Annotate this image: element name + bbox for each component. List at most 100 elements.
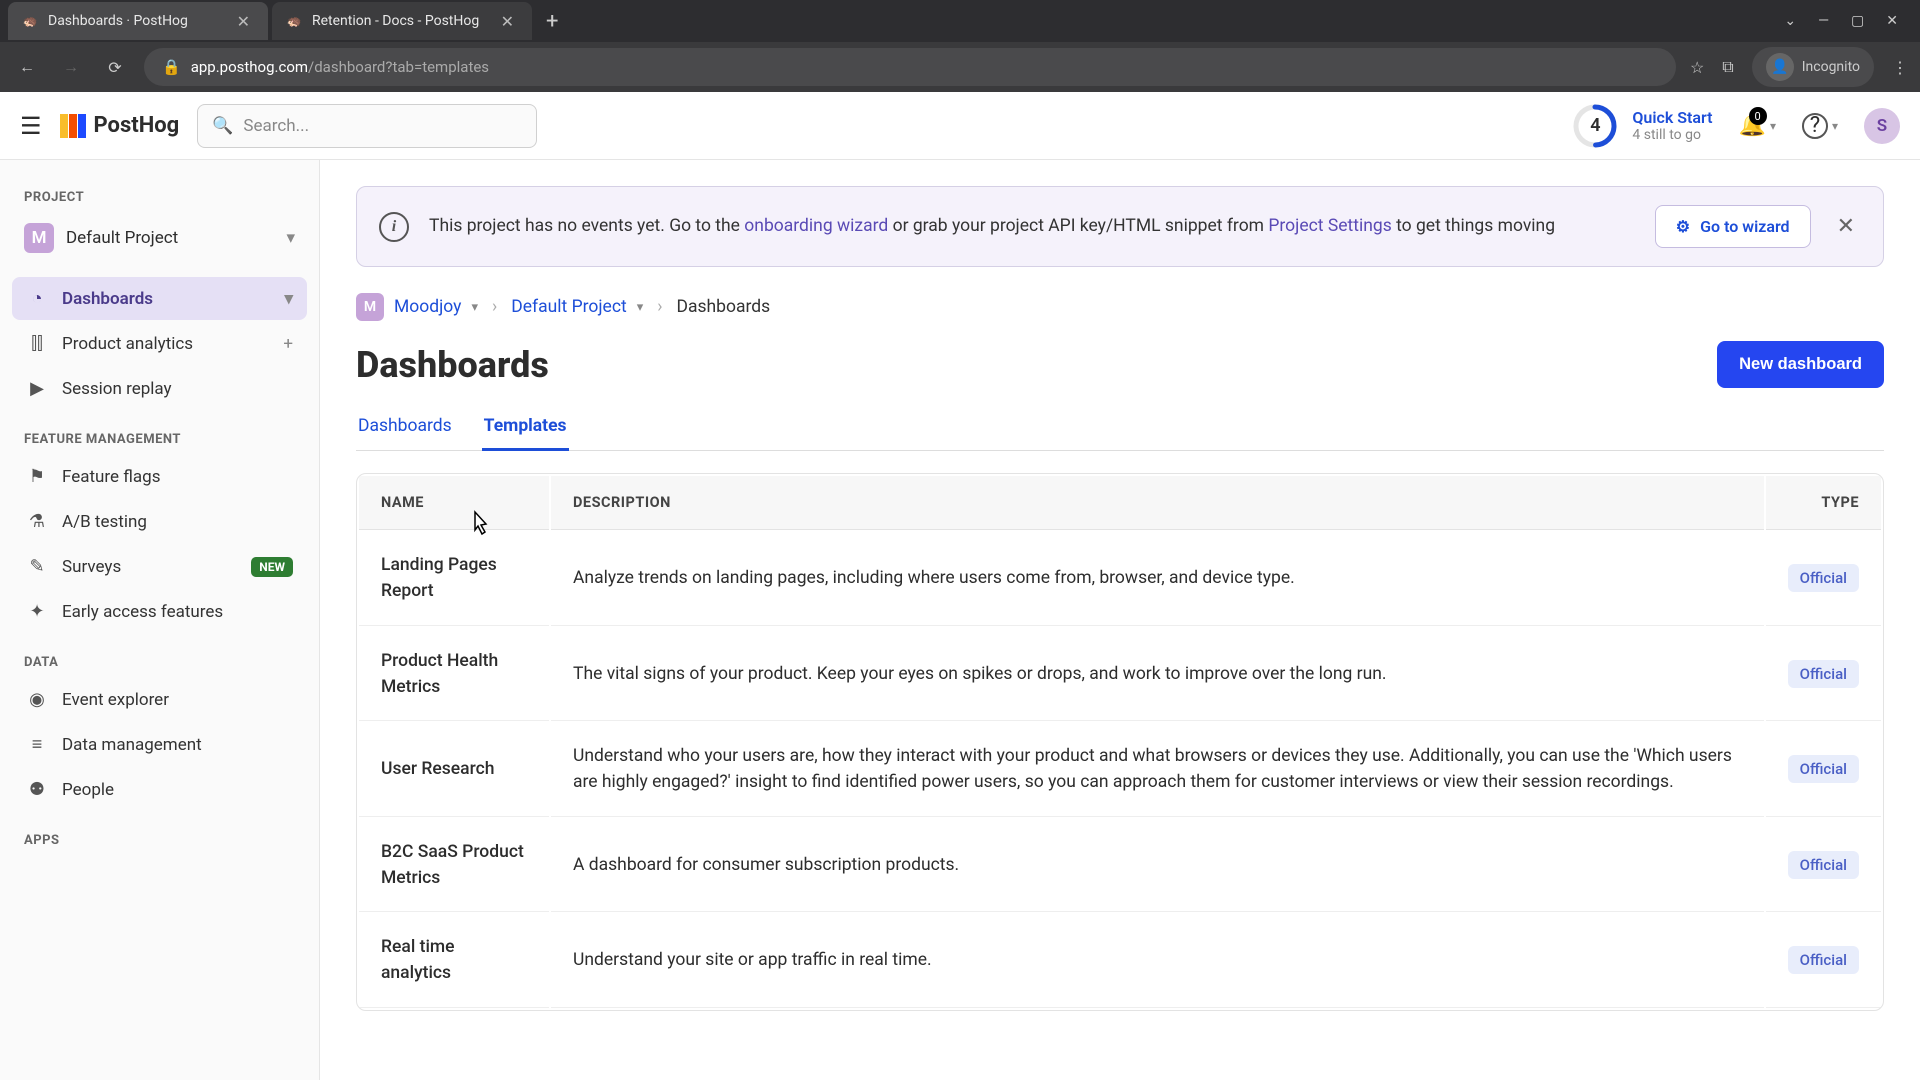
template-description: Understand your site or app traffic in r…: [551, 914, 1764, 1008]
sidebar-item-dashboards[interactable]: ◔ Dashboards ▾: [12, 277, 307, 320]
search-placeholder: Search...: [243, 116, 309, 136]
sidebar-item-label: A/B testing: [62, 512, 147, 532]
info-banner: i This project has no events yet. Go to …: [356, 186, 1884, 267]
breadcrumb-project[interactable]: Default Project ▾: [511, 297, 643, 317]
tab-templates[interactable]: Templates: [482, 406, 569, 450]
incognito-indicator[interactable]: 👤 Incognito: [1752, 47, 1874, 87]
sidebar-item-surveys[interactable]: ✎ Surveys NEW: [12, 545, 307, 588]
search-input[interactable]: 🔍 Search...: [197, 104, 537, 148]
back-button[interactable]: ←: [12, 52, 42, 82]
sidebar-item-label: Session replay: [62, 379, 172, 399]
maximize-icon[interactable]: ▢: [1851, 13, 1864, 29]
table-row[interactable]: Product Health Metrics The vital signs o…: [359, 628, 1881, 722]
sidebar-item-label: Event explorer: [62, 690, 169, 710]
template-name: User Research: [359, 723, 549, 817]
col-name: NAME: [359, 476, 549, 530]
hedgehog-icon: 🦔: [22, 13, 38, 29]
banner-text: This project has no events yet. Go to th…: [429, 213, 1635, 239]
template-type-cell: Official: [1766, 914, 1881, 1008]
template-description: Understand who your users are, how they …: [551, 723, 1764, 817]
go-to-wizard-button[interactable]: ⚙ Go to wizard: [1655, 205, 1811, 248]
sidebar-item-session-replay[interactable]: ▶ Session replay: [12, 367, 307, 410]
table-row[interactable]: B2C SaaS Product Metrics A dashboard for…: [359, 819, 1881, 913]
chevron-down-icon[interactable]: ⌄: [1784, 13, 1796, 29]
sidebar-item-feature-flags[interactable]: ⚑ Feature flags: [12, 455, 307, 498]
section-title-apps: APPS: [12, 825, 307, 856]
sidebar-item-people[interactable]: ⚉ People: [12, 768, 307, 811]
close-window-icon[interactable]: ✕: [1886, 13, 1898, 29]
tab-dashboards[interactable]: Dashboards: [356, 406, 454, 450]
table-row[interactable]: Real time analytics Understand your site…: [359, 914, 1881, 1008]
logo-text: PostHog: [94, 113, 180, 138]
template-type-cell: Official: [1766, 723, 1881, 817]
new-badge: NEW: [251, 557, 293, 577]
breadcrumb-org[interactable]: M Moodjoy ▾: [356, 293, 478, 321]
templates-table: NAME DESCRIPTION TYPE Landing Pages Repo…: [356, 473, 1884, 1011]
breadcrumb-separator: ›: [657, 297, 662, 317]
chevron-down-icon[interactable]: ▾: [471, 300, 478, 315]
browser-tab-2[interactable]: 🦔 Retention - Docs - PostHog ✕: [272, 2, 532, 40]
window-controls: ⌄ — ▢ ✕: [1784, 13, 1912, 29]
template-description: A dashboard for consumer subscription pr…: [551, 819, 1764, 913]
sidebar-item-product-analytics[interactable]: ⫿⫿ Product analytics +: [12, 322, 307, 365]
posthog-logo[interactable]: PostHog: [60, 113, 180, 138]
onboarding-wizard-link[interactable]: onboarding wizard: [744, 216, 888, 236]
bookmark-icon[interactable]: ☆: [1690, 58, 1704, 77]
sidebar-item-label: Early access features: [62, 602, 223, 622]
sidebar-item-ab-testing[interactable]: ⚗ A/B testing: [12, 500, 307, 543]
chevron-down-icon[interactable]: ▾: [284, 289, 293, 309]
close-icon[interactable]: ✕: [497, 10, 518, 33]
banner-button-label: Go to wizard: [1700, 217, 1789, 236]
breadcrumb-current: Dashboards: [677, 297, 771, 317]
forward-button: →: [56, 52, 86, 82]
quick-start-button[interactable]: 4 Quick Start 4 still to go: [1572, 103, 1712, 149]
table-row[interactable]: Landing Pages Report Analyze trends on l…: [359, 532, 1881, 626]
col-description: DESCRIPTION: [551, 476, 1764, 530]
hamburger-icon[interactable]: ☰: [20, 112, 42, 140]
flag-icon: ⚑: [26, 466, 48, 487]
help-icon: ?: [1802, 113, 1828, 139]
logo-icon: [60, 114, 86, 138]
browser-tab-bar: 🦔 Dashboards · PostHog ✕ 🦔 Retention - D…: [0, 0, 1920, 42]
kebab-menu-icon[interactable]: ⋮: [1892, 58, 1908, 77]
template-name: Product Health Metrics: [359, 628, 549, 722]
user-avatar[interactable]: S: [1864, 108, 1900, 144]
new-tab-button[interactable]: +: [536, 9, 568, 34]
template-description: Analyze trends on landing pages, includi…: [551, 532, 1764, 626]
chevron-down-icon: ▾: [1770, 119, 1776, 133]
chevron-down-icon[interactable]: ▾: [637, 300, 644, 315]
browser-tab-1[interactable]: 🦔 Dashboards · PostHog ✕: [8, 2, 268, 40]
new-dashboard-button[interactable]: New dashboard: [1717, 341, 1884, 388]
help-button[interactable]: ? ▾: [1802, 113, 1838, 139]
notifications-button[interactable]: 🔔 0 ▾: [1739, 113, 1776, 138]
sidebar-item-early-access[interactable]: ✦ Early access features: [12, 590, 307, 633]
sidebar-item-data-management[interactable]: ≡ Data management: [12, 723, 307, 766]
sidebar-item-event-explorer[interactable]: ◉ Event explorer: [12, 678, 307, 721]
lock-icon: 🔒: [162, 58, 181, 76]
install-icon[interactable]: ⧉: [1722, 57, 1733, 77]
type-badge: Official: [1788, 851, 1859, 879]
org-avatar: M: [356, 293, 384, 321]
incognito-icon: 👤: [1766, 53, 1794, 81]
minimize-icon[interactable]: —: [1818, 13, 1829, 29]
gear-icon: ⚙: [1676, 217, 1690, 236]
project-settings-link[interactable]: Project Settings: [1268, 216, 1391, 236]
template-description: The vital signs of your product. Keep yo…: [551, 628, 1764, 722]
gauge-icon: ◔: [26, 288, 48, 309]
hedgehog-icon: 🦔: [286, 13, 302, 29]
table-row[interactable]: User Research Understand who your users …: [359, 723, 1881, 817]
url-input[interactable]: 🔒 app.posthog.com/dashboard?tab=template…: [144, 48, 1676, 86]
reload-button[interactable]: ⟳: [100, 52, 130, 82]
close-icon[interactable]: ✕: [233, 10, 254, 33]
people-icon: ⚉: [26, 779, 48, 800]
tab-title: Retention - Docs - PostHog: [312, 13, 487, 29]
project-selector[interactable]: M Default Project ▾: [12, 213, 307, 263]
url-path: /dashboard?tab=templates: [308, 58, 489, 76]
sidebar-item-label: Feature flags: [62, 467, 160, 487]
sidebar-item-label: Data management: [62, 735, 202, 755]
plus-icon[interactable]: +: [283, 334, 293, 354]
close-banner-icon[interactable]: ✕: [1831, 214, 1861, 239]
template-name: Landing Pages Report: [359, 532, 549, 626]
quick-start-title: Quick Start: [1632, 108, 1712, 127]
chevron-down-icon: ▾: [1832, 119, 1838, 133]
